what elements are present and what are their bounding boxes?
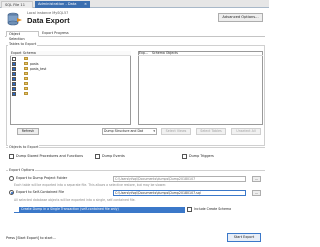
row-checkbox[interactable]: [12, 72, 16, 76]
dump-routines-checkbox[interactable]: [9, 154, 14, 159]
export-options-label: Export Options: [8, 168, 36, 172]
database-icon: [24, 72, 28, 75]
database-icon: [24, 87, 28, 90]
dump-events-checkbox[interactable]: [95, 154, 100, 159]
self-contained-path-input[interactable]: C:\Users\nfsql\Documents\dumps\Dump20180…: [113, 190, 246, 196]
column-export[interactable]: Export: [11, 51, 21, 55]
database-icon: [24, 82, 28, 85]
row-checkbox[interactable]: [12, 82, 16, 86]
database-icon: [24, 57, 28, 60]
tables-to-export-label: Tables to Export: [8, 42, 38, 46]
tab-export-progress[interactable]: Export Progress: [40, 31, 73, 37]
project-folder-radio[interactable]: [9, 176, 14, 181]
column-schema-objects[interactable]: Schema Objects: [152, 51, 178, 55]
database-icon: [24, 77, 28, 80]
close-icon[interactable]: ×: [84, 1, 87, 7]
row-checkbox[interactable]: [12, 77, 16, 81]
select-views-button[interactable]: Select Views: [161, 128, 191, 135]
schema-tree[interactable]: [10, 51, 131, 125]
column-schema[interactable]: Schema: [23, 51, 36, 55]
schema-objects-list[interactable]: [138, 51, 263, 125]
row-checkbox[interactable]: [12, 57, 16, 61]
data-export-icon: [7, 12, 22, 26]
dump-triggers-label: Dump Triggers: [189, 154, 214, 158]
row-checkbox[interactable]: [12, 62, 16, 66]
chevron-down-icon: ▾: [153, 129, 155, 133]
tab-sql-file-label: SQL File 11: [5, 3, 25, 7]
single-transaction-checkbox[interactable]: [14, 207, 19, 212]
dump-structure-value: Dump Structure and Dat: [104, 129, 144, 133]
refresh-button[interactable]: Refresh: [17, 128, 39, 135]
database-icon: [24, 67, 28, 70]
schema-label: posts: [30, 62, 39, 66]
unselect-all-button[interactable]: Unselect All: [231, 128, 261, 135]
status-text: Press [Start Export] to start...: [6, 236, 56, 240]
connection-subtitle: Local instance MySQL57: [27, 11, 69, 15]
database-icon: [24, 92, 28, 95]
self-contained-radio[interactable]: [9, 190, 14, 195]
dump-events-label: Dump Events: [102, 154, 125, 158]
select-tables-button[interactable]: Select Tables: [196, 128, 226, 135]
column-exp[interactable]: Exp...: [139, 51, 148, 55]
project-folder-hint: Each table will be exported into a separ…: [14, 183, 167, 187]
dump-triggers-checkbox[interactable]: [182, 154, 187, 159]
tab-object-selection[interactable]: Object Selection: [6, 31, 39, 41]
self-contained-label: Export to Self-Contained File: [16, 190, 65, 194]
schema-label: posts_test: [30, 67, 47, 71]
database-icon: [24, 62, 28, 65]
tab-data-export[interactable]: Administration - Data Export ×: [35, 1, 90, 12]
row-checkbox[interactable]: [12, 67, 16, 71]
single-transaction-label: Create Dump in a Single Transaction (sel…: [21, 207, 119, 211]
row-checkbox[interactable]: [12, 87, 16, 91]
project-folder-label: Export to Dump Project Folder: [16, 176, 68, 180]
row-checkbox[interactable]: [12, 92, 16, 96]
start-export-button[interactable]: Start Export: [227, 233, 261, 242]
project-folder-path-input[interactable]: C:\Users\nfsql\Documents\dumps\Dump20180…: [113, 176, 246, 182]
dump-structure-dropdown[interactable]: Dump Structure and Dat ▾: [102, 128, 157, 135]
include-create-schema-label: Include Create Schema: [194, 207, 232, 211]
schema-tree-header: Export Schema: [10, 51, 131, 56]
self-contained-hint: All selected database objects will be ex…: [14, 198, 136, 202]
advanced-options-button[interactable]: Advanced Options...: [218, 13, 263, 22]
browse-file-button[interactable]: ...: [252, 190, 261, 196]
browse-folder-button[interactable]: ...: [252, 176, 261, 182]
dump-routines-label: Dump Stored Procedures and Functions: [16, 154, 84, 158]
tab-sql-file[interactable]: SQL File 11: [1, 1, 33, 8]
include-create-schema-checkbox[interactable]: [187, 207, 192, 212]
page-title: Data Export: [27, 16, 70, 25]
schema-objects-header: Exp... Schema Objects: [138, 51, 263, 56]
objects-to-export-label: Objects to Export: [8, 145, 40, 149]
